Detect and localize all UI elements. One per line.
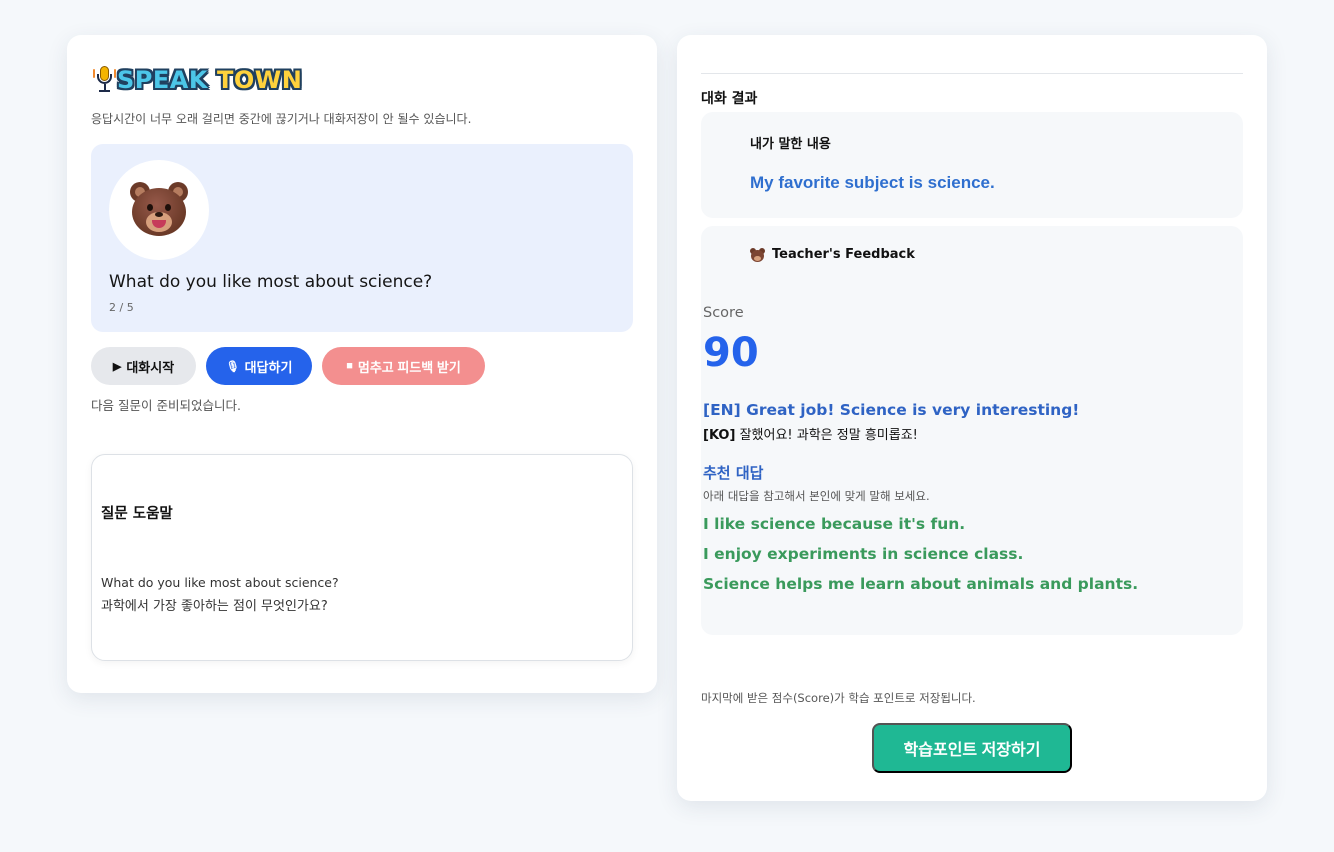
recommended-answers-list: I like science because it's fun. I enjoy… [703, 514, 1138, 604]
stop-icon: ■ [346, 360, 353, 372]
start-conversation-label: 대화시작 [126, 359, 175, 375]
conversation-result-title: 대화 결과 [701, 91, 758, 107]
teacher-feedback-header: Teacher's Feedback [750, 247, 915, 262]
save-points-button[interactable]: 학습포인트 저장하기 [872, 723, 1072, 773]
score-value: 90 [703, 330, 759, 376]
speak-town-logo: SPEAK TOWN [91, 63, 302, 97]
spoken-content-text: My favorite subject is science. [750, 173, 995, 192]
start-conversation-button[interactable]: ▶ 대화시작 [91, 347, 196, 385]
recommended-answers-title: 추천 대답 [703, 464, 764, 482]
bear-icon [129, 182, 189, 238]
conversation-panel: SPEAK TOWN 응답시간이 너무 오래 걸리면 중간에 끊기거나 대화저장… [67, 35, 657, 693]
recommended-answer: I like science because it's fun. [703, 515, 966, 533]
stop-and-feedback-button[interactable]: ■ 멈추고 피드백 받기 [322, 347, 485, 385]
microphone-icon [91, 64, 117, 96]
question-help-title: 질문 도움말 [101, 506, 173, 522]
bear-icon [750, 247, 765, 262]
teacher-feedback-box: Teacher's Feedback Score 90 [EN] Great j… [701, 226, 1243, 635]
question-help-english: What do you like most about science? [101, 575, 339, 590]
spoken-content-label: 내가 말한 내용 [750, 137, 831, 152]
answer-label: 대답하기 [244, 359, 293, 375]
feedback-korean: [KO] 잘했어요! 과학은 정말 흥미롭죠! [703, 424, 918, 443]
status-message: 다음 질문이 준비되었습니다. [91, 398, 241, 413]
microphone-icon: 🎙 [225, 360, 240, 373]
spoken-content-box: 내가 말한 내용 My favorite subject is science. [701, 112, 1243, 218]
divider [701, 73, 1243, 74]
logo-text-town: TOWN [216, 66, 303, 94]
teacher-feedback-title: Teacher's Feedback [772, 247, 915, 262]
answer-button[interactable]: 🎙 대답하기 [206, 347, 312, 385]
response-time-notice: 응답시간이 너무 오래 걸리면 중간에 끊기거나 대화저장이 안 될수 있습니다… [91, 112, 472, 126]
result-panel: 대화 결과 내가 말한 내용 My favorite subject is sc… [677, 35, 1267, 801]
logo-text-speak: SPEAK [117, 66, 208, 94]
score-label: Score [703, 305, 744, 321]
feedback-english: [EN] Great job! Science is very interest… [703, 401, 1080, 419]
question-help-korean: 과학에서 가장 좋아하는 점이 무엇인가요? [101, 599, 328, 614]
stop-and-feedback-label: 멈추고 피드백 받기 [357, 359, 461, 375]
recommended-answers-subtitle: 아래 대답을 참고해서 본인에 맞게 말해 보세요. [703, 489, 930, 503]
recommended-answer: Science helps me learn about animals and… [703, 575, 1139, 593]
bear-avatar [109, 160, 209, 260]
question-progress: 2 / 5 [109, 301, 134, 314]
feedback-korean-tag: [KO] [703, 428, 736, 443]
question-box: What do you like most about science? 2 /… [91, 144, 633, 332]
recommended-answer: I enjoy experiments in science class. [703, 545, 1024, 563]
question-help-box: 질문 도움말 What do you like most about scien… [91, 454, 633, 661]
save-points-note: 마지막에 받은 점수(Score)가 학습 포인트로 저장됩니다. [701, 691, 976, 705]
question-text: What do you like most about science? [109, 272, 433, 292]
feedback-korean-text: 잘했어요! 과학은 정말 흥미롭죠! [735, 428, 918, 443]
play-icon: ▶ [112, 360, 122, 373]
